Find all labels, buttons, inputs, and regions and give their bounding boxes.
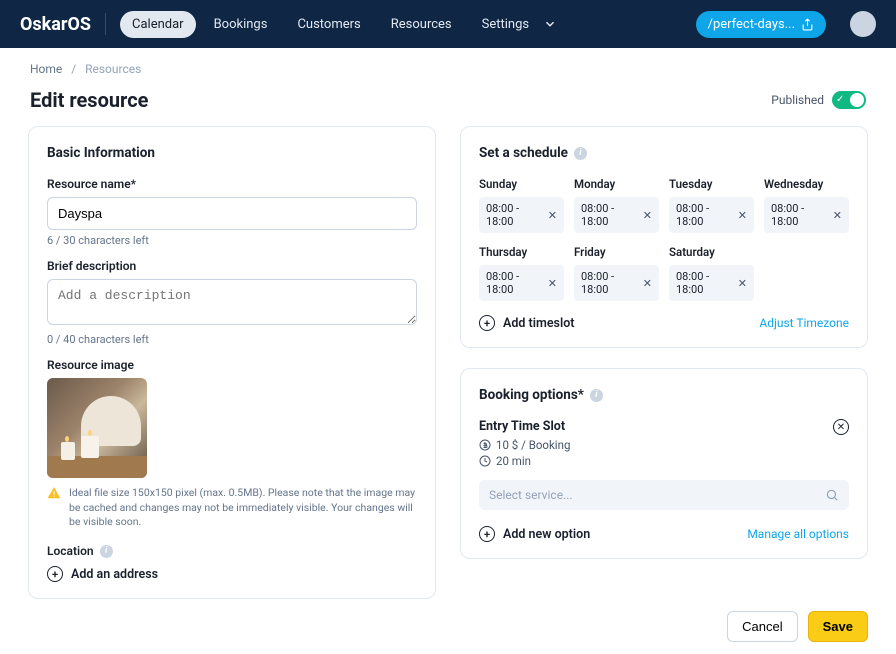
chevron-down-icon[interactable] (543, 17, 557, 31)
booking-option-row: Entry Time Slot 10 $ / Booking 20 min ✕ (479, 419, 849, 470)
timeslot-chip[interactable]: 08:00 - 18:00✕ (669, 265, 754, 301)
brief-desc-helper: 0 / 40 characters left (47, 333, 417, 346)
day-saturday: Saturday 08:00 - 18:00✕ (669, 245, 754, 301)
booking-options-card: Booking options* i Entry Time Slot 10 $ … (460, 368, 868, 559)
resource-image-label: Resource image (47, 358, 417, 372)
schedule-grid: Sunday 08:00 - 18:00✕ Monday 08:00 - 18:… (479, 177, 849, 301)
close-icon[interactable]: ✕ (738, 277, 747, 290)
remove-option-button[interactable]: ✕ (833, 419, 849, 435)
basic-info-card: Basic Information Resource name* 6 / 30 … (28, 126, 436, 599)
day-sunday: Sunday 08:00 - 18:00✕ (479, 177, 564, 233)
timeslot-chip[interactable]: 08:00 - 18:00✕ (479, 197, 564, 233)
plus-icon: + (479, 526, 495, 542)
check-icon: ✓ (836, 93, 844, 107)
basic-info-heading: Basic Information (47, 145, 417, 161)
brief-desc-label: Brief description (47, 259, 417, 273)
image-hint-text: Ideal file size 150x150 pixel (max. 0.5M… (69, 486, 417, 530)
breadcrumb-home[interactable]: Home (30, 62, 62, 76)
resource-name-input[interactable] (47, 197, 417, 230)
breadcrumb: Home / Resources (0, 48, 896, 82)
close-icon[interactable]: ✕ (643, 209, 652, 222)
nav-calendar[interactable]: Calendar (120, 11, 196, 38)
page-title: Edit resource (30, 88, 148, 112)
close-icon[interactable]: ✕ (643, 277, 652, 290)
booking-options-heading: Booking options* i (479, 387, 849, 403)
schedule-card: Set a schedule i Sunday 08:00 - 18:00✕ M… (460, 126, 868, 348)
info-icon: i (574, 147, 587, 160)
info-icon: i (590, 389, 603, 402)
add-booking-option-button[interactable]: + Add new option (479, 526, 590, 542)
location-label: Location i (47, 544, 417, 558)
top-nav: OskarOS Calendar Bookings Customers Reso… (0, 0, 896, 48)
nav-resources[interactable]: Resources (379, 11, 464, 38)
add-address-label: Add an address (71, 567, 158, 582)
manage-all-options-link[interactable]: Manage all options (747, 527, 849, 541)
avatar[interactable] (850, 11, 876, 37)
timeslot-chip[interactable]: 08:00 - 18:00✕ (574, 197, 659, 233)
nav-bookings[interactable]: Bookings (202, 11, 280, 38)
warning-icon (47, 486, 61, 530)
search-icon (825, 488, 839, 502)
site-url-button[interactable]: /perfect-days... (696, 11, 826, 38)
save-button[interactable]: Save (808, 611, 868, 642)
add-timeslot-button[interactable]: + Add timeslot (479, 315, 575, 331)
booking-option-title: Entry Time Slot (479, 419, 570, 434)
timeslot-chip[interactable]: 08:00 - 18:00✕ (574, 265, 659, 301)
day-thursday: Thursday 08:00 - 18:00✕ (479, 245, 564, 301)
close-icon[interactable]: ✕ (548, 209, 557, 222)
share-icon (801, 18, 814, 31)
clock-icon (479, 455, 491, 467)
resource-name-label: Resource name* (47, 177, 417, 191)
currency-icon (479, 439, 491, 451)
published-toggle[interactable]: ✓ (832, 91, 866, 109)
brand-text: OskarOS (20, 14, 91, 35)
cancel-button[interactable]: Cancel (727, 611, 797, 642)
schedule-heading: Set a schedule i (479, 145, 849, 161)
info-icon: i (100, 545, 113, 558)
service-select[interactable]: Select service... (479, 480, 849, 510)
close-icon[interactable]: ✕ (738, 209, 747, 222)
add-address-button[interactable]: + Add an address (47, 566, 417, 582)
published-label: Published (771, 93, 824, 107)
timeslot-chip[interactable]: 08:00 - 18:00✕ (479, 265, 564, 301)
resource-image[interactable] (47, 378, 147, 478)
day-monday: Monday 08:00 - 18:00✕ (574, 177, 659, 233)
breadcrumb-current: Resources (85, 62, 141, 76)
close-icon[interactable]: ✕ (548, 277, 557, 290)
booking-option-price: 10 $ / Booking (479, 438, 570, 452)
plus-icon: + (47, 566, 63, 582)
site-url-text: /perfect-days... (708, 17, 795, 32)
timeslot-chip[interactable]: 08:00 - 18:00✕ (669, 197, 754, 233)
close-icon[interactable]: ✕ (833, 209, 842, 222)
day-wednesday: Wednesday 08:00 - 18:00✕ (764, 177, 849, 233)
day-friday: Friday 08:00 - 18:00✕ (574, 245, 659, 301)
brief-desc-input[interactable] (47, 279, 417, 325)
nav-separator (105, 13, 106, 35)
footer-actions: Cancel Save (0, 611, 896, 654)
page-header: Edit resource Published ✓ (0, 82, 896, 126)
booking-option-duration: 20 min (479, 454, 570, 468)
timeslot-chip[interactable]: 08:00 - 18:00✕ (764, 197, 849, 233)
image-hint-row: Ideal file size 150x150 pixel (max. 0.5M… (47, 486, 417, 530)
service-select-placeholder: Select service... (489, 488, 573, 502)
adjust-timezone-link[interactable]: Adjust Timezone (759, 316, 849, 330)
nav-customers[interactable]: Customers (285, 11, 372, 38)
brand: OskarOS (20, 14, 91, 35)
plus-icon: + (479, 315, 495, 331)
nav-items: Calendar Bookings Customers Resources Se… (120, 11, 557, 38)
day-tuesday: Tuesday 08:00 - 18:00✕ (669, 177, 754, 233)
resource-name-helper: 6 / 30 characters left (47, 234, 417, 247)
nav-settings[interactable]: Settings (470, 11, 541, 38)
